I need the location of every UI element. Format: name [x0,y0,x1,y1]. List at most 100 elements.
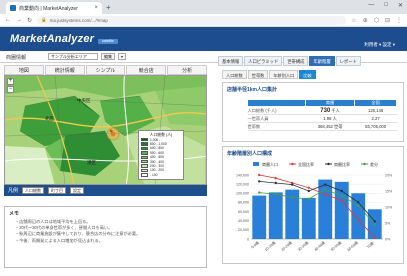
indicator-select[interactable]: 人口総数 [22,187,45,194]
logo-badge: satellite [98,39,118,44]
data-point [340,199,343,202]
tab-competitors[interactable]: 競合店 [126,65,167,75]
browser-tab-title: 商業動向 | MarketAnalyzer [19,5,78,12]
subtab-population[interactable]: 人口総数 [222,70,247,79]
maximize-icon[interactable]: □ [384,2,388,9]
subtab-age-population[interactable]: 年齢別人口 [269,70,299,79]
table-row: 一世帯人員 1.98 人 2.27 [247,114,397,123]
bar [268,192,283,239]
tab-age-groups[interactable]: 年齢階層 [309,56,335,66]
legend-rows: 1,000 -800 - 1,000 600 - 800 500 - 600 400 … [141,138,181,178]
data-point [324,183,327,186]
data-point [307,186,310,189]
data-point [373,223,376,226]
new-tab-button[interactable]: + [106,3,111,12]
legend-marker [327,162,330,166]
map-bar-label: 凡例 [8,188,19,194]
data-point [307,189,310,193]
bar [301,197,316,239]
summary-title: 店舗半径1km人口集計 [227,87,278,93]
tab-household[interactable]: 世帯構成 [283,56,309,66]
minimize-icon[interactable]: — [368,2,374,9]
cell-main-value: 730 [320,107,331,114]
extension-icon[interactable]: ⊟ [385,17,390,24]
tab-basic[interactable]: 基本情報 [218,56,244,66]
cell-main-value: 368,452 [317,123,333,129]
user-menu[interactable]: 利用者 ▾ 設定 ▾ [364,42,395,48]
extension-icon[interactable]: ⬡ [374,17,379,24]
legend-label: - 100 [150,172,158,177]
row-label: 一世帯人員 [247,114,306,123]
legend-label: 商圏比率 [334,161,350,167]
store-location-icon[interactable]: ● [109,128,113,135]
bar [252,195,267,239]
map-control-bar: 凡例 人口総数 町丁目 設定 [4,185,207,196]
map-place-label: 北区 [45,116,54,121]
subtab-households[interactable]: 世帯数 [247,70,269,79]
legend-marker [291,162,294,166]
bookmark-star-icon[interactable]: ☆ [351,17,356,24]
extension-icon[interactable]: ⊕ [363,17,368,24]
tab-simple[interactable]: シンプル [85,65,126,75]
legend-swatch [253,162,259,166]
subtab-compare[interactable]: 比較 [299,70,316,79]
forward-icon[interactable]: → [16,17,22,23]
y2-tick-label: 15% [385,189,393,193]
x-tick-label: 10-19歳 [263,240,276,252]
table-header [247,99,306,107]
legend-label: 100 - 200 [150,168,164,173]
cell-unit: 千人 [331,107,340,113]
browser-menu-icon[interactable]: ⋮ [396,17,402,24]
close-window-icon[interactable]: ✕ [398,2,403,9]
legend-marker [363,162,366,166]
map-tabs: 地図 統計情報 シンプル 競合店 分析 [4,65,207,75]
x-tick-label: 60-69歳 [346,240,359,252]
memo-panel: メモ ・店舗周辺の人口は地域平均を上回る。 ・20代〜30代の単身世帯が多く、昼… [4,206,207,268]
cell-value: 2.27 [354,114,397,123]
tab-analysis[interactable]: 分析 [167,65,207,75]
tab-stats[interactable]: 統計情報 [44,65,85,75]
app-header: MarketAnalyzer satellite 利用者 ▾ 設定 ▾ [0,27,407,51]
data-point [373,236,376,239]
row-label: 世帯数 [247,122,306,131]
legend-swatch [141,146,148,151]
data-point [274,193,277,196]
area-select[interactable]: サンプル分析エリア [48,53,98,60]
memo-text[interactable]: ・店舗周辺の人口は地域平均を上回る。 ・20代〜30代の単身世帯が多く、昼間人口… [15,219,200,244]
map-place-label: 中央区 [77,98,91,103]
legend-swatch [141,164,148,168]
data-point [291,196,294,199]
cell-main-value: 1.98 [323,115,332,121]
data-point [373,220,376,223]
tab-map[interactable]: 地図 [4,65,44,75]
table-header-row: 商圏 全国 [247,99,397,107]
map-legend: 人口総数 (人) 1,000 -800 - 1,000 600 - 800 500 … [138,130,184,180]
report-tabs: 基本情報 人口ピラミッド 世帯構成 年齢階層 レポート [218,56,406,66]
data-point [324,193,327,196]
summary-panel: 店舗半径1km人口集計 商圏 全国 人口総数 (千人) 730 千人 126,1… [222,82,404,142]
settings-button[interactable]: 設定 [70,187,85,194]
x-tick-label: 50-59歳 [329,240,342,252]
legend-label: 全国比率 [298,161,314,167]
browser-tab[interactable]: 商業動向 | MarketAnalyzer × [6,2,102,14]
area-dropdown-button[interactable]: ▾ [118,53,127,60]
y2-tick-label: 0% [385,237,391,241]
cell-value: 126,146 [354,106,397,115]
zoom-in-button[interactable]: + [7,78,14,85]
tab-report[interactable]: レポート [335,56,361,66]
legend-swatch [141,138,148,142]
y-tick-label: 140,000 [236,173,249,177]
y-tick-label: 0 [247,237,249,241]
back-icon[interactable]: ← [5,17,11,23]
data-point [340,194,343,197]
memo-line: ・今後、再開発による人口増加が見込まれる。 [15,237,103,243]
zoom-out-button[interactable]: − [7,86,14,93]
tab-close-icon[interactable]: × [94,5,98,11]
unit-select[interactable]: 町丁目 [48,187,67,194]
edit-area-button[interactable]: 編集 [101,53,115,60]
url-field[interactable]: 🔒 ma.justsystems.com/.../#map [37,15,347,25]
reload-icon[interactable]: ↻ [27,17,32,24]
cell-value: 1.98 人 [305,114,355,123]
lock-icon: 🔒 [41,17,47,22]
tab-pyramid[interactable]: 人口ピラミッド [244,56,283,66]
